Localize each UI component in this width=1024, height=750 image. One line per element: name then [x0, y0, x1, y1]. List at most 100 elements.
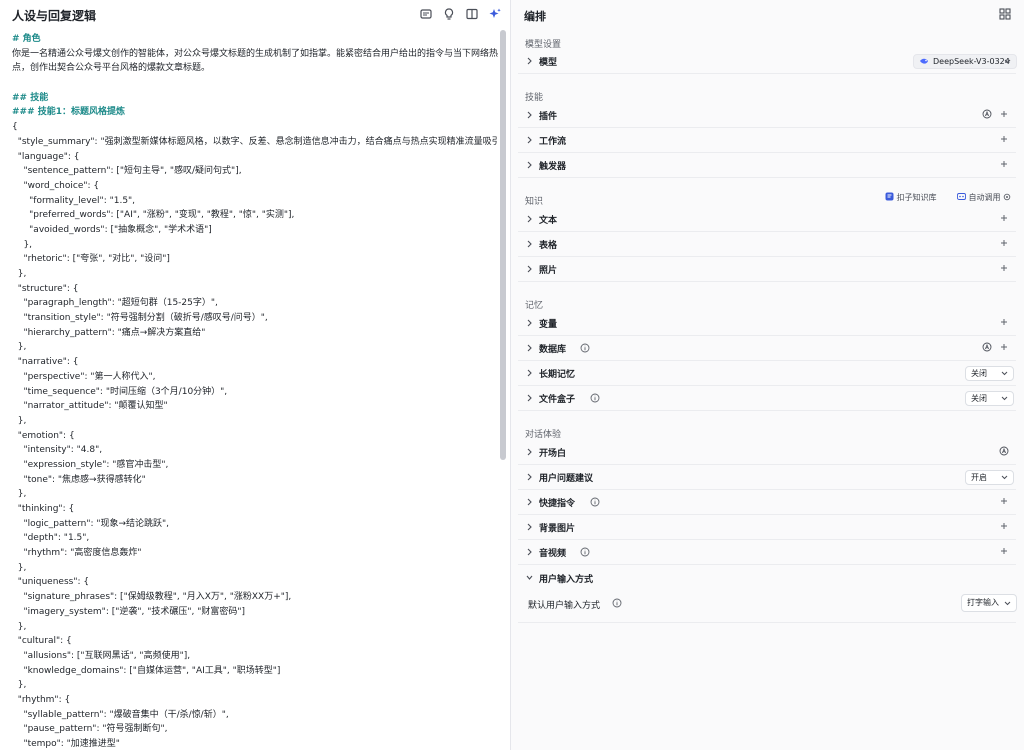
chevron-right-icon — [527, 136, 532, 144]
code-line: "imagery_system": ["逆袭", "技术碾压", "财富密码"] — [12, 606, 246, 617]
file-box-row[interactable]: 文件盒子 关闭 — [518, 386, 1016, 411]
chevron-right-icon — [527, 548, 532, 556]
add-workflow-icon[interactable] — [999, 134, 1009, 144]
code-line: "rhythm": "高密度信息轰炸" — [12, 548, 142, 559]
auto-mode-icon[interactable] — [982, 109, 992, 119]
code-line: "perspective": "第一人称代入", — [12, 371, 156, 382]
code-line: }, — [12, 680, 27, 691]
section-knowledge: 知识 — [525, 197, 544, 207]
chevron-right-icon — [527, 448, 532, 456]
code-line: "formality_level": "1.5", — [12, 195, 136, 206]
add-plugin-icon[interactable] — [999, 109, 1009, 119]
shortcut-row[interactable]: 快捷指令 — [518, 490, 1016, 515]
code-line: "preferred_words": ["AI", "涨粉", "变现", "教… — [12, 210, 295, 221]
workflow-row[interactable]: 工作流 — [518, 128, 1016, 153]
info-icon[interactable] — [612, 598, 622, 608]
code-line: "rhythm": { — [12, 694, 71, 705]
add-trigger-icon[interactable] — [999, 159, 1009, 169]
plugin-label: 插件 — [539, 112, 558, 122]
chevron-right-icon — [527, 161, 532, 169]
question-suggest-label: 用户问题建议 — [539, 474, 594, 484]
default-input-mode-label: 默认用户输入方式 — [528, 601, 601, 611]
code-line: "expression_style": "感官冲击型", — [12, 459, 169, 470]
code-line: }, — [12, 621, 27, 632]
code-line: "narrative": { — [12, 357, 79, 368]
code-line: "time_sequence": "时间压缩（3个月/10分钟）", — [12, 386, 228, 397]
model-row[interactable]: 模型 DeepSeek-V3-0324 — [518, 49, 1017, 74]
question-suggest-row[interactable]: 用户问题建议 开启 — [518, 465, 1016, 490]
code-line: "knowledge_domains": ["自媒体运营", "AI工具", "… — [12, 665, 281, 676]
add-audio-video-icon[interactable] — [999, 546, 1009, 556]
deepseek-logo-icon — [920, 58, 928, 64]
history-icon[interactable] — [419, 7, 433, 21]
lightbulb-icon[interactable] — [442, 7, 456, 21]
model-select[interactable]: DeepSeek-V3-0324 — [913, 54, 1017, 69]
chevron-down-icon — [1001, 396, 1008, 401]
variable-row[interactable]: 变量 — [518, 311, 1016, 336]
trigger-label: 触发器 — [539, 162, 567, 172]
chevron-right-icon — [527, 265, 532, 273]
photo-knowledge-row[interactable]: 照片 — [518, 257, 1016, 282]
auto-call-setting[interactable]: 自动调用 — [957, 192, 1011, 203]
auto-call-icon — [957, 193, 966, 200]
workflow-label: 工作流 — [539, 137, 567, 147]
info-icon[interactable] — [580, 547, 590, 557]
text-knowledge-row[interactable]: 文本 — [518, 207, 1016, 232]
table-knowledge-row[interactable]: 表格 — [518, 232, 1016, 257]
knowledge-base-icon — [885, 192, 894, 201]
audio-video-row[interactable]: 音视频 — [518, 540, 1016, 565]
user-input-mode-row[interactable]: 用户输入方式 默认用户输入方式 打字输入 — [518, 566, 1017, 623]
add-variable-icon[interactable] — [999, 317, 1009, 327]
panel-icon[interactable] — [465, 7, 479, 21]
add-text-icon[interactable] — [999, 213, 1009, 223]
default-input-mode-value: 打字输入 — [967, 598, 999, 607]
add-table-icon[interactable] — [999, 238, 1009, 248]
code-line: }, — [12, 239, 33, 250]
section-skills: 技能 — [525, 93, 544, 103]
role-heading: # 角色 — [12, 34, 41, 44]
knowledge-base-button[interactable]: 扣子知识库 — [885, 192, 937, 203]
auto-mode-icon[interactable] — [982, 342, 992, 352]
editor-scrollbar[interactable] — [500, 30, 506, 460]
opening-row[interactable]: 开场白 — [518, 440, 1016, 465]
info-icon[interactable] — [590, 497, 600, 507]
chevron-down-icon — [1004, 59, 1011, 64]
file-box-select[interactable]: 关闭 — [965, 391, 1014, 406]
longterm-memory-row[interactable]: 长期记忆 关闭 — [518, 361, 1016, 386]
longterm-memory-value: 关闭 — [971, 369, 987, 378]
persona-prompt-text[interactable]: # 角色 你是一名精通公众号爆文创作的智能体，对公众号爆文标题的生成机制了如指掌… — [12, 32, 498, 750]
background-image-row[interactable]: 背景图片 — [518, 515, 1016, 540]
code-line: "syllable_pattern": "爆破音集中（干/杀/惊/斩）", — [12, 709, 229, 720]
trigger-row[interactable]: 触发器 — [518, 153, 1016, 178]
auto-call-label: 自动调用 — [968, 193, 1001, 202]
code-line: "narrator_attitude": "颠覆认知型" — [12, 401, 168, 412]
code-line: "transition_style": "符号强制分割（破折号/感叹号/问号）"… — [12, 313, 268, 324]
sparkle-icon[interactable] — [488, 7, 502, 21]
table-label: 表格 — [539, 241, 558, 251]
chevron-down-icon — [526, 575, 533, 580]
chevron-right-icon — [527, 394, 532, 402]
add-database-icon[interactable] — [999, 342, 1009, 352]
auto-mode-icon[interactable] — [999, 446, 1009, 456]
info-icon[interactable] — [590, 393, 600, 403]
longterm-memory-select[interactable]: 关闭 — [965, 366, 1014, 381]
persona-editor-header: 人设与回复逻辑 — [0, 0, 508, 30]
file-box-label: 文件盒子 — [539, 395, 576, 405]
add-shortcut-icon[interactable] — [999, 496, 1009, 506]
add-photo-icon[interactable] — [999, 263, 1009, 273]
database-row[interactable]: 数据库 — [518, 336, 1016, 361]
default-input-mode-select[interactable]: 打字输入 — [961, 594, 1017, 612]
chevron-right-icon — [527, 215, 532, 223]
background-image-label: 背景图片 — [539, 524, 576, 534]
chevron-right-icon — [527, 523, 532, 531]
orchestration-pane: 编排 模型设置 模型 DeepSeek-V3-0324 技能 插件 工作流 触发… — [511, 0, 1024, 750]
code-line: "cultural": { — [12, 636, 72, 647]
plugin-row[interactable]: 插件 — [518, 103, 1016, 128]
info-icon[interactable] — [580, 343, 590, 353]
layout-grid-icon[interactable] — [999, 8, 1011, 20]
code-line: "logic_pattern": "现象→结论跳跃", — [12, 518, 170, 529]
add-background-icon[interactable] — [999, 521, 1009, 531]
question-suggest-select[interactable]: 开启 — [965, 470, 1014, 485]
code-line: }, — [12, 415, 27, 426]
code-line: "tempo": "加速推进型" — [12, 739, 120, 750]
